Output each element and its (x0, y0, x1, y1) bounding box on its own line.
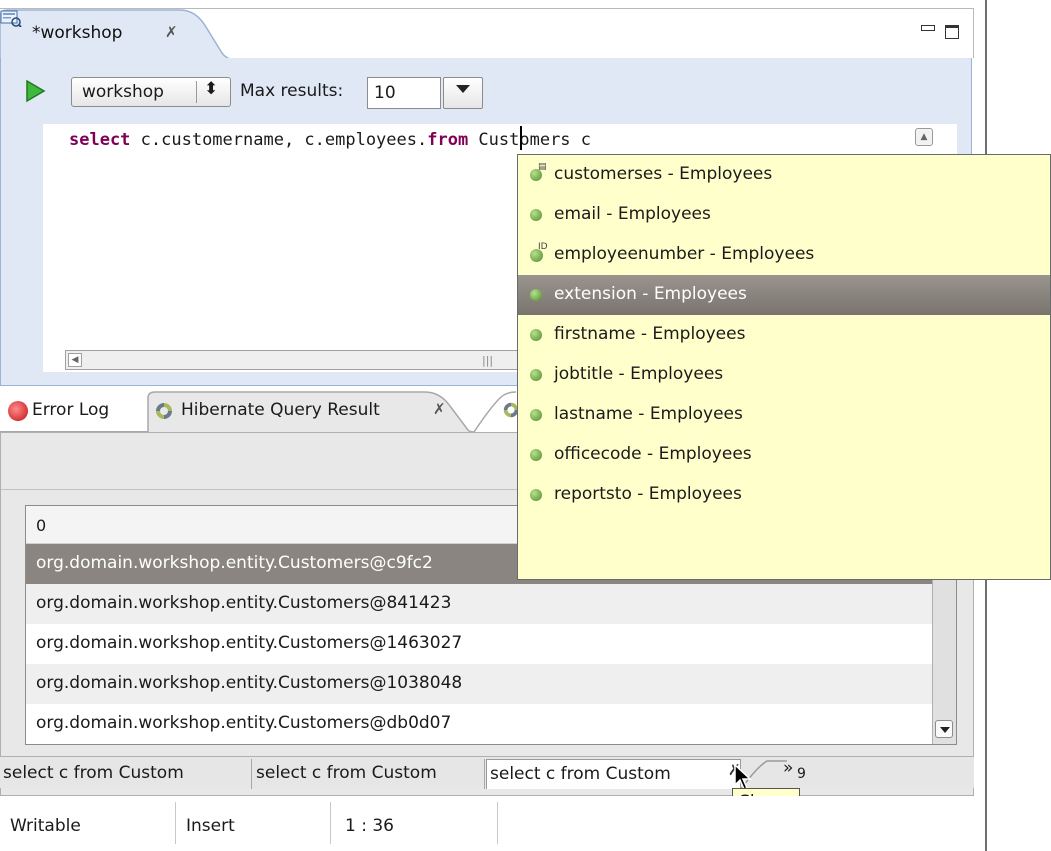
status-insert-mode: Insert (186, 816, 235, 836)
editor-tab-workshop[interactable]: *workshop ✗ (0, 9, 240, 61)
editor-tab-bar: *workshop ✗ (0, 8, 974, 61)
proposal-item[interactable]: lastname - Employees (518, 395, 1050, 435)
status-separator (497, 802, 498, 844)
scroll-left-icon[interactable]: ◀ (68, 353, 82, 367)
maximize-icon[interactable] (945, 25, 959, 39)
proposal-label: customerses - Employees (554, 164, 773, 184)
proposal-item[interactable]: email - Employees (518, 195, 1050, 235)
proposal-label: officecode - Employees (554, 444, 752, 464)
scroll-down-icon[interactable] (935, 720, 953, 738)
max-results-label: Max results: (240, 81, 344, 101)
scroll-thumb-grip[interactable]: ||| (482, 354, 493, 367)
column-header-label: 0 (36, 516, 47, 535)
scroll-up-icon[interactable]: ▲ (915, 128, 933, 146)
chevron-down-icon (456, 85, 470, 93)
mouse-pointer-icon (734, 763, 752, 790)
error-log-icon (8, 401, 28, 421)
status-separator (330, 802, 331, 844)
combo-separator (196, 81, 197, 103)
status-cursor-position: 1 : 36 (345, 816, 394, 836)
status-separator (175, 802, 176, 844)
query-tab[interactable]: select c from Custom (0, 759, 252, 789)
proposal-label: reportsto - Employees (554, 484, 742, 504)
collection-marker-icon: ▤ (538, 162, 547, 172)
updown-arrow-icon: ⬍ (204, 79, 219, 99)
tab-error-log[interactable]: Error Log (8, 390, 148, 432)
proposal-label: lastname - Employees (554, 404, 743, 424)
query-text-tail: Customers c (468, 130, 592, 150)
query-result-tabs: select c from Custom select c from Custo… (0, 756, 974, 789)
run-icon[interactable] (23, 79, 47, 103)
property-icon (530, 449, 542, 461)
proposal-item[interactable]: ID employeenumber - Employees (518, 235, 1050, 275)
close-icon[interactable]: ✗ (165, 23, 178, 41)
editor-toolbar: workshop ⬍ Max results: 10 (1, 58, 971, 122)
property-icon (530, 209, 542, 221)
proposal-item[interactable]: officecode - Employees (518, 435, 1050, 475)
horizontal-scrollbar[interactable]: ◀ ||| (65, 350, 525, 370)
hql-editor-icon (0, 10, 22, 27)
proposal-label: extension - Employees (554, 284, 747, 304)
proposal-item[interactable]: jobtitle - Employees (518, 355, 1050, 395)
editor-tab-title: *workshop (32, 23, 123, 43)
keyword-from: from (427, 130, 469, 150)
max-results-input[interactable]: 10 (367, 77, 441, 109)
property-icon (530, 289, 542, 301)
table-row[interactable]: org.domain.workshop.entity.Customers@146… (26, 624, 932, 664)
proposal-item[interactable]: ▤ customerses - Employees (518, 155, 1050, 195)
text-caret (520, 126, 522, 150)
proposal-label: firstname - Employees (554, 324, 746, 344)
console-configuration-combo[interactable]: workshop ⬍ (71, 77, 231, 107)
proposal-label: email - Employees (554, 204, 711, 224)
query-tab-active[interactable]: select c from Custom (486, 759, 741, 789)
close-icon[interactable]: ✗ (433, 400, 446, 418)
property-icon (530, 329, 542, 341)
query-text-middle: c.customername, c.employees. (130, 130, 428, 150)
status-bar: Writable Insert 1 : 36 (0, 796, 974, 851)
table-row[interactable]: org.domain.workshop.entity.Customers@db0… (26, 704, 932, 744)
tab-overflow-chevron-icon[interactable]: » (783, 758, 793, 778)
max-results-value: 10 (374, 83, 396, 103)
identifier-marker-icon: ID (538, 242, 548, 252)
hibernate-icon (156, 403, 172, 419)
table-row[interactable]: org.domain.workshop.entity.Customers@841… (26, 584, 932, 624)
console-configuration-value: workshop (82, 82, 164, 102)
proposal-label: employeenumber - Employees (554, 244, 815, 264)
query-line: select c.customername, c.employees.from … (69, 130, 591, 150)
proposal-label: jobtitle - Employees (554, 364, 724, 384)
minimize-icon[interactable] (921, 25, 935, 31)
tab-overflow-count: 9 (797, 766, 806, 782)
tab-hibernate-query-result[interactable]: Hibernate Query Result ✗ (148, 390, 498, 432)
content-assist-popup: ▤ customerses - Employees email - Employ… (517, 154, 1051, 580)
proposal-item[interactable]: firstname - Employees (518, 315, 1050, 355)
keyword-select: select (69, 130, 131, 150)
proposal-item[interactable]: reportsto - Employees (518, 475, 1050, 515)
status-writable: Writable (10, 816, 81, 836)
property-icon (530, 369, 542, 381)
property-icon (530, 409, 542, 421)
table-row[interactable]: org.domain.workshop.entity.Customers@103… (26, 664, 932, 704)
query-tab[interactable]: select c from Custom (253, 759, 485, 789)
tab-hibernate-query-result-label: Hibernate Query Result (181, 400, 380, 420)
max-results-dropdown-button[interactable] (443, 77, 483, 109)
tab-error-log-label: Error Log (32, 400, 110, 420)
proposal-item-selected[interactable]: extension - Employees (518, 275, 1050, 315)
property-icon (530, 489, 542, 501)
